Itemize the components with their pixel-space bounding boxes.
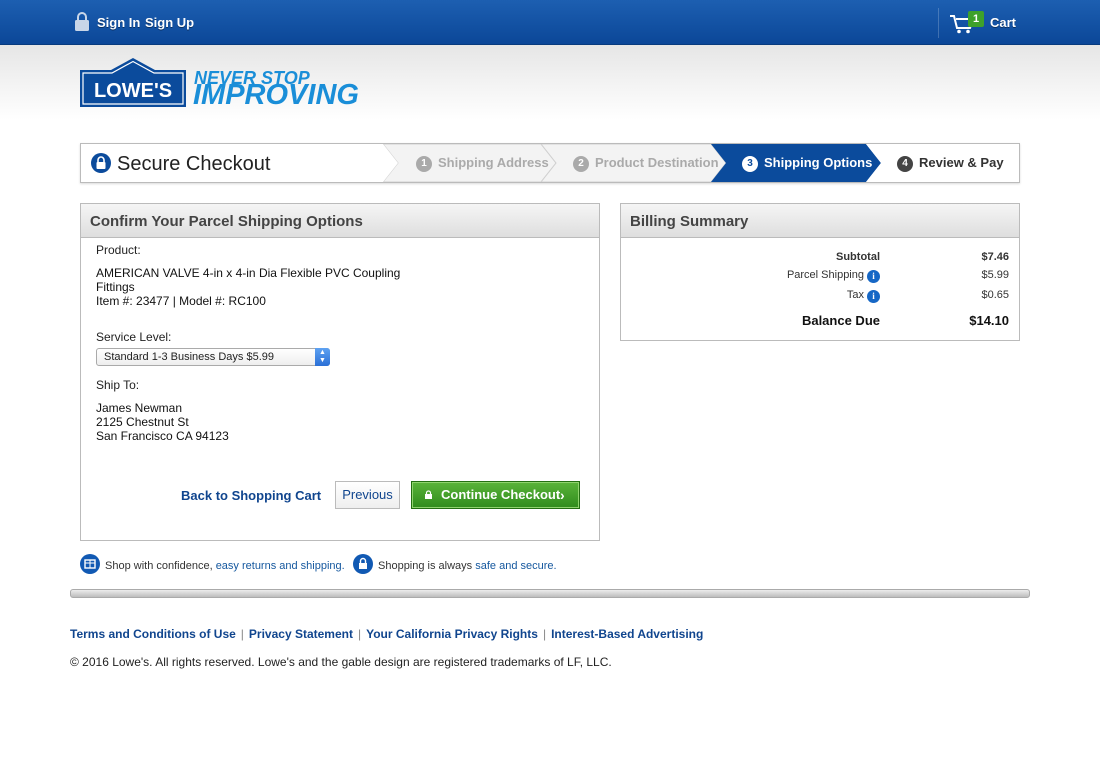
safe-secure-link[interactable]: safe and secure. <box>475 560 556 572</box>
info-icon[interactable]: i <box>867 270 880 283</box>
service-level-value: Standard 1-3 Business Days $5.99 <box>104 351 274 363</box>
tax-value: $0.65 <box>981 289 1009 301</box>
interest-based-ads-link[interactable]: Interest-Based Advertising <box>551 627 703 641</box>
subtotal-label: Subtotal <box>836 251 880 263</box>
step-number: 3 <box>742 156 758 172</box>
step-label: Shipping Address <box>438 155 549 170</box>
footer-separator <box>70 589 1030 598</box>
sign-up-link[interactable]: Sign Up <box>145 15 194 30</box>
balance-due-label: Balance Due <box>801 313 880 328</box>
continue-checkout-label: Continue Checkout <box>441 487 561 502</box>
select-arrows-icon: ▲ ▼ <box>315 348 330 366</box>
chevron-right-icon: › <box>560 487 565 503</box>
tax-label: Tax <box>846 289 864 301</box>
easy-returns-link[interactable]: easy returns and shipping. <box>216 560 345 572</box>
sign-in-link[interactable]: Sign In <box>97 15 140 30</box>
back-to-cart-link[interactable]: Back to Shopping Cart <box>181 488 321 503</box>
lock-icon <box>425 490 432 499</box>
parcel-shipping-value: $5.99 <box>981 269 1009 281</box>
checkout-progress-bar: Secure Checkout 1 Shipping Address 2 Produ… <box>80 143 1020 183</box>
product-item-model: Item #: 23477 | Model #: RC100 <box>96 294 266 308</box>
previous-button[interactable]: Previous <box>335 481 400 509</box>
step-label: Shipping Options <box>764 155 873 170</box>
terms-link[interactable]: Terms and Conditions of Use <box>70 627 236 641</box>
footer-divider: | <box>357 627 362 641</box>
address-street: 2125 Chestnut St <box>96 415 189 429</box>
footer-divider: | <box>240 627 244 641</box>
footer-divider: | <box>542 627 547 641</box>
step-shipping-address: 1 Shipping Address <box>416 144 549 182</box>
top-nav-bar: Sign In Sign Up 1 Cart <box>0 0 1100 45</box>
product-label: Product: <box>96 243 141 257</box>
tax-row: Tax i <box>700 289 880 303</box>
secure-checkout-title: Secure Checkout <box>117 153 271 175</box>
service-level-select[interactable]: Standard 1-3 Business Days $5.99 ▲ ▼ <box>96 348 330 366</box>
address-name: James Newman <box>96 401 183 415</box>
secure-text: Shopping is always <box>378 560 476 572</box>
step-label: Product Destination <box>595 155 719 170</box>
lowes-logo[interactable]: LOWE'S <box>80 58 186 108</box>
california-privacy-link[interactable]: Your California Privacy Rights <box>366 627 538 641</box>
lock-badge-icon <box>353 554 373 574</box>
cart-count-badge: 1 <box>968 11 984 27</box>
step-number: 4 <box>897 156 913 172</box>
step-review-pay: 4 Review & Pay <box>897 144 1004 182</box>
service-level-label: Service Level: <box>96 330 172 344</box>
billing-summary-title: Billing Summary <box>621 204 1019 238</box>
logo-text: LOWE'S <box>94 80 172 102</box>
lock-icon <box>75 12 89 31</box>
slogan-line2: IMPROVING <box>193 79 359 111</box>
privacy-statement-link[interactable]: Privacy Statement <box>249 627 353 641</box>
step-label: Review & Pay <box>919 155 1004 170</box>
cart-link[interactable]: Cart <box>990 15 1016 30</box>
panel-title: Confirm Your Parcel Shipping Options <box>81 204 599 238</box>
step-shipping-options: 3 Shipping Options <box>742 144 872 182</box>
topbar-divider <box>938 8 939 38</box>
copyright-text: © 2016 Lowe's. All rights reserved. Lowe… <box>70 655 612 669</box>
product-name-line2: Fittings <box>96 280 135 294</box>
returns-box-icon <box>80 554 100 574</box>
parcel-shipping-label: Parcel Shipping <box>786 269 864 281</box>
ship-to-label: Ship To: <box>96 378 140 392</box>
product-name-line1: AMERICAN VALVE 4-in x 4-in Dia Flexible … <box>96 266 401 280</box>
continue-checkout-button[interactable]: Continue Checkout › <box>411 481 580 509</box>
balance-due-value: $14.10 <box>969 313 1009 328</box>
step-number: 2 <box>573 156 589 172</box>
info-icon[interactable]: i <box>867 290 880 303</box>
footer-links: Terms and Conditions of Use | Privacy Stat… <box>70 627 703 641</box>
confidence-text: Shop with confidence, <box>105 560 216 572</box>
step-product-destination: 2 Product Destination <box>573 144 719 182</box>
secure-lock-icon <box>91 153 111 173</box>
subtotal-value: $7.46 <box>981 251 1009 263</box>
address-city: San Francisco CA 94123 <box>96 429 229 443</box>
step-number: 1 <box>416 156 432 172</box>
parcel-shipping-row: Parcel Shipping i <box>700 269 880 283</box>
